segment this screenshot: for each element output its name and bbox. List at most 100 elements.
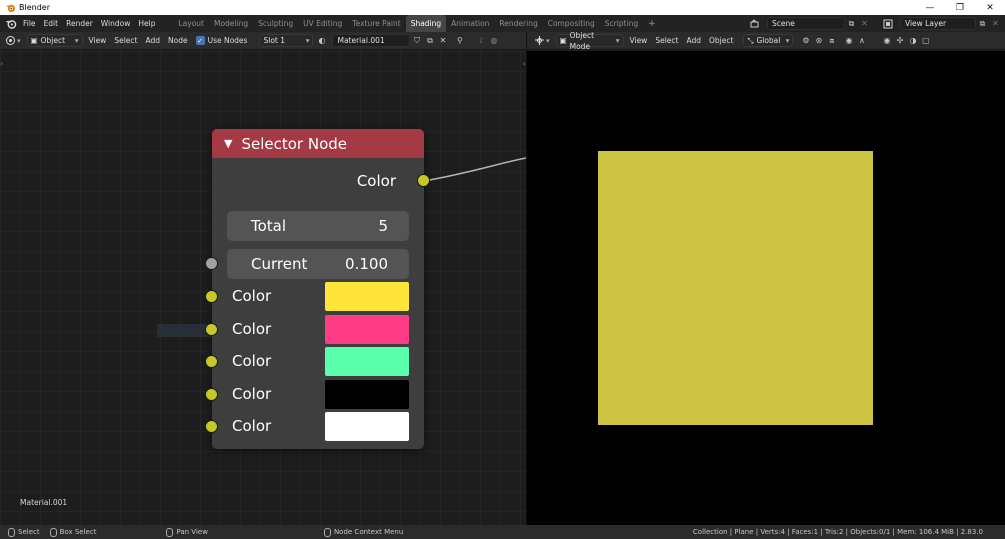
pin-icon[interactable]: ⚲: [453, 34, 466, 47]
snap-icon[interactable]: ◍: [487, 34, 500, 47]
node-title-bar[interactable]: ▼ Selector Node: [212, 129, 424, 158]
view-layer-icon[interactable]: [881, 17, 894, 30]
output-color-label: Color: [356, 172, 396, 190]
slot-dropdown[interactable]: Slot 1 ▾: [259, 34, 314, 47]
view-layer-field[interactable]: View Layer: [900, 17, 976, 30]
color-input-label: Color: [232, 287, 272, 305]
pivot-icon[interactable]: ⚙: [799, 34, 812, 47]
tab-animation[interactable]: Animation: [446, 15, 494, 32]
object-type-dropdown[interactable]: ▣ Object ▾: [26, 34, 83, 47]
color-input-socket-4[interactable]: [205, 388, 218, 401]
menu-help[interactable]: Help: [134, 15, 159, 32]
selector-node[interactable]: ▼ Selector Node Color Total 5 Current 0.…: [205, 129, 430, 449]
tab-rendering[interactable]: Rendering: [494, 15, 542, 32]
tab-modeling[interactable]: Modeling: [209, 15, 253, 32]
menu-file[interactable]: File: [19, 15, 40, 32]
node-node-menu[interactable]: Node: [164, 32, 192, 50]
add-workspace-icon[interactable]: +: [643, 19, 661, 29]
status-context-menu: Node Context Menu: [323, 527, 403, 537]
status-pan-view: Pan View: [166, 527, 208, 537]
color-swatch-yellow[interactable]: [325, 281, 409, 311]
chevron-down-icon: ▾: [615, 36, 620, 45]
new-material-icon[interactable]: ⧉: [423, 34, 436, 47]
color-input-socket-3[interactable]: [205, 355, 218, 368]
minimize-button[interactable]: —: [915, 0, 945, 15]
status-box-select: Box Select: [49, 527, 96, 537]
new-view-layer-icon[interactable]: ⧉: [976, 17, 989, 30]
color-input-socket-2[interactable]: [205, 323, 218, 336]
node-select-menu[interactable]: Select: [110, 32, 141, 50]
3d-viewport[interactable]: [527, 51, 1005, 525]
current-input-socket[interactable]: [205, 257, 218, 270]
scene-selector-group: Scene ⧉ ✕ View Layer ⧉ ✕: [748, 16, 1002, 31]
material-name-field[interactable]: Material.001: [332, 34, 411, 47]
parent-node-tree-icon[interactable]: ⇧: [474, 34, 487, 47]
viewport-header: ▾ ▣ Object Mode ▾ View Select Add Object…: [527, 31, 1005, 51]
object-mode-icon: ▣: [559, 36, 567, 45]
color-input-label: Color: [232, 352, 272, 370]
snap-toggle-icon[interactable]: ⊛: [812, 34, 825, 47]
color-input-label: Color: [232, 320, 272, 338]
viewport-view-menu[interactable]: View: [626, 32, 652, 50]
node-view-menu[interactable]: View: [85, 32, 111, 50]
material-browse-icon[interactable]: ◐: [315, 34, 328, 47]
color-input-row-4: Color: [232, 379, 409, 409]
gizmo-icon[interactable]: ✣: [893, 34, 906, 47]
mouse-middle-icon: [166, 527, 174, 537]
blender-menu-icon[interactable]: [3, 15, 19, 32]
viewport-editor-type-icon[interactable]: [533, 34, 546, 47]
xray-icon[interactable]: ▢: [919, 34, 932, 47]
delete-view-layer-icon[interactable]: ✕: [989, 17, 1002, 30]
viewport-select-menu[interactable]: Select: [651, 32, 682, 50]
tab-layout[interactable]: Layout: [173, 15, 209, 32]
menu-edit[interactable]: Edit: [40, 15, 63, 32]
color-input-row-3: Color: [232, 346, 409, 376]
visibility-icon[interactable]: ◉: [880, 34, 893, 47]
scene-field[interactable]: Scene: [767, 17, 845, 30]
overlay-icon[interactable]: ◑: [906, 34, 919, 47]
node-editor-header: ▾ ▣ Object ▾ View Select Add Node ✓ Use …: [0, 32, 526, 50]
status-select: Select: [8, 527, 40, 537]
color-swatch-green[interactable]: [325, 346, 409, 376]
use-nodes-toggle[interactable]: ✓ Use Nodes: [192, 32, 252, 50]
falloff-icon[interactable]: ∧: [855, 34, 868, 47]
color-input-socket-5[interactable]: [205, 420, 218, 433]
close-button[interactable]: ✕: [975, 0, 1005, 15]
menu-render[interactable]: Render: [62, 15, 97, 32]
scene-icon[interactable]: [748, 17, 761, 30]
menu-window[interactable]: Window: [97, 15, 135, 32]
node-editor-canvas[interactable]: › ‹ ▼ Selector Node Color Total 5 Curren…: [0, 51, 526, 525]
tab-texture-paint[interactable]: Texture Paint: [347, 15, 405, 32]
node-add-menu[interactable]: Add: [141, 32, 164, 50]
plane-object[interactable]: [598, 151, 873, 425]
node-title: Selector Node: [241, 134, 348, 153]
snap-target-icon[interactable]: ⧈: [825, 34, 838, 47]
color-input-row-2: Color: [232, 314, 409, 344]
window-titlebar: Blender — ❐ ✕: [0, 0, 1005, 15]
color-swatch-black[interactable]: [325, 379, 409, 409]
chevron-down-icon: ▾: [17, 36, 21, 45]
new-scene-icon[interactable]: ⧉: [845, 17, 858, 30]
editor-type-icon[interactable]: [4, 34, 17, 47]
object-mode-dropdown[interactable]: ▣ Object Mode ▾: [555, 31, 624, 51]
tab-shading[interactable]: Shading: [405, 15, 447, 32]
material-name-label: Material.001: [20, 498, 68, 507]
color-swatch-pink[interactable]: [325, 314, 409, 344]
color-input-socket-1[interactable]: [205, 290, 218, 303]
maximize-button[interactable]: ❐: [945, 0, 975, 15]
unlink-material-icon[interactable]: ✕: [436, 34, 449, 47]
total-field[interactable]: Total 5: [227, 211, 409, 241]
current-field[interactable]: Current 0.100: [227, 249, 409, 279]
transform-orientation-dropdown[interactable]: ⤡ Global ▾: [743, 34, 794, 47]
tab-sculpting[interactable]: Sculpting: [253, 15, 298, 32]
viewport-object-menu[interactable]: Object: [705, 32, 737, 50]
collapse-triangle-icon[interactable]: ▼: [224, 137, 232, 150]
chevron-down-icon: ▾: [546, 36, 550, 45]
delete-scene-icon[interactable]: ✕: [858, 17, 871, 30]
viewport-add-menu[interactable]: Add: [682, 32, 705, 50]
output-color-socket[interactable]: [417, 174, 430, 187]
proportional-edit-icon[interactable]: ◉: [842, 34, 855, 47]
fake-user-icon[interactable]: ⛉: [410, 34, 423, 47]
tab-uv-editing[interactable]: UV Editing: [298, 15, 347, 32]
color-swatch-white[interactable]: [325, 411, 409, 441]
